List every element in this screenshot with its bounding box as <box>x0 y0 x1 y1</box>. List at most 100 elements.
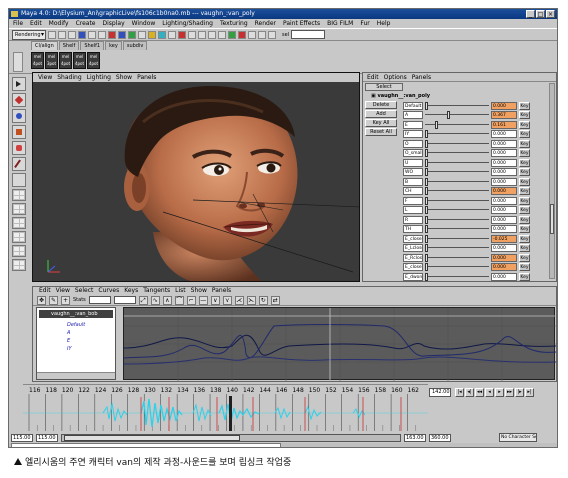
key-button[interactable]: Key <box>519 196 530 205</box>
target-weight-value[interactable]: 0.161 <box>491 120 517 129</box>
target-name-field[interactable]: O <box>403 139 423 148</box>
key-button[interactable]: Key <box>519 263 530 272</box>
slider-handle[interactable] <box>425 101 428 110</box>
shelf-tab-shelf[interactable]: Shelf <box>58 41 80 50</box>
outliner-layout-icon[interactable] <box>12 231 26 243</box>
shelf-button-mel-1[interactable]: mel 4pot <box>31 52 44 69</box>
target-name-field[interactable]: TH <box>403 225 423 234</box>
key-button[interactable]: Key <box>519 177 530 186</box>
four-pane-layout-icon[interactable] <box>12 203 26 215</box>
mask-surface-icon[interactable] <box>138 30 146 39</box>
slider-handle[interactable] <box>425 196 428 205</box>
current-frame-field[interactable]: 142.00 <box>429 388 451 397</box>
slider-handle[interactable] <box>425 253 428 262</box>
key-all-button[interactable]: Key All <box>365 119 397 127</box>
key-button[interactable]: Key <box>519 187 530 196</box>
spline-tangent-icon[interactable]: ∿ <box>150 295 160 305</box>
key-button[interactable]: Key <box>519 101 530 110</box>
target-weight-value[interactable]: 0.367 <box>491 111 517 120</box>
render-globals-icon[interactable] <box>258 30 266 39</box>
target-weight-value[interactable]: 0.000 <box>491 187 517 196</box>
channel-box-toggle-icon[interactable] <box>268 30 276 39</box>
key-button[interactable]: Key <box>519 168 530 177</box>
mask-joint-icon[interactable] <box>118 30 126 39</box>
select-button[interactable]: Select <box>365 83 403 91</box>
slider-handle[interactable] <box>425 225 428 234</box>
target-weight-value[interactable]: 0.000 <box>491 272 517 281</box>
target-weight-value[interactable]: 0.000 <box>491 130 517 139</box>
outliner-attribute[interactable]: IY <box>67 346 72 352</box>
menu-window[interactable]: Window <box>132 19 156 28</box>
menu-display[interactable]: Display <box>103 19 125 28</box>
viewport-canvas[interactable] <box>33 82 359 281</box>
target-name-field[interactable]: E_Lclose <box>403 244 423 253</box>
menu-lighting-shading[interactable]: Lighting/Shading <box>162 19 213 28</box>
menu-big-film[interactable]: BIG FILM <box>327 19 353 28</box>
add-button[interactable]: Add <box>365 110 397 118</box>
menu-fur[interactable]: Fur <box>360 19 369 28</box>
channel-menu-panels[interactable]: Panels <box>412 73 431 81</box>
key-button[interactable]: Key <box>519 215 530 224</box>
target-weight-slider[interactable] <box>425 206 489 215</box>
close-icon[interactable]: × <box>546 10 555 18</box>
target-weight-value[interactable]: 0.000 <box>491 196 517 205</box>
linear-tangent-icon[interactable]: ∧ <box>162 295 172 305</box>
slider-handle[interactable] <box>447 111 451 120</box>
target-weight-slider[interactable] <box>425 101 489 110</box>
target-weight-slider[interactable] <box>425 187 489 196</box>
manipulator-tool-icon[interactable] <box>12 157 26 171</box>
minimize-icon[interactable]: _ <box>526 10 535 18</box>
key-button[interactable]: Key <box>519 158 530 167</box>
target-name-field[interactable]: IY <box>403 130 423 139</box>
outliner-attribute[interactable]: Default <box>67 322 85 328</box>
slider-handle[interactable] <box>425 215 428 224</box>
target-name-field[interactable]: B <box>403 177 423 186</box>
target-weight-value[interactable]: 0.000 <box>491 158 517 167</box>
target-name-field[interactable]: F <box>403 196 423 205</box>
buffer-curve-icon[interactable]: ↻ <box>258 295 268 305</box>
target-weight-value[interactable]: 0.000 <box>491 263 517 272</box>
target-weight-slider[interactable] <box>425 215 489 224</box>
channel-menu-options[interactable]: Options <box>384 73 407 81</box>
time-slider-track[interactable]: 116 118 120 122 124 126 128 130 132 134 136 138 140 1… <box>23 385 428 431</box>
rotate-tool-icon[interactable] <box>12 125 26 139</box>
outliner-attribute[interactable]: A <box>67 330 70 336</box>
snap-curve-icon[interactable] <box>198 30 206 39</box>
slider-handle[interactable] <box>425 139 428 148</box>
shelf-menu-icon[interactable] <box>13 52 23 72</box>
snap-point-icon[interactable] <box>208 30 216 39</box>
ge-menu-select[interactable]: Select <box>75 287 94 295</box>
key-button[interactable]: Key <box>519 272 530 281</box>
command-input[interactable] <box>11 443 281 447</box>
shelf-button-mel-3[interactable]: mel 4pot <box>59 52 72 69</box>
target-weight-slider[interactable] <box>425 168 489 177</box>
target-name-field[interactable]: L <box>403 206 423 215</box>
open-scene-icon[interactable] <box>58 30 66 39</box>
slider-handle[interactable] <box>425 177 428 186</box>
step-forward-frame-icon[interactable]: |▸ <box>515 388 524 397</box>
ge-menu-curves[interactable]: Curves <box>98 287 119 295</box>
playback-end-field[interactable]: 163.00 <box>404 434 426 442</box>
shelf-button-mel-2[interactable]: mel 3pot <box>45 52 58 69</box>
go-to-start-icon[interactable]: |◂ <box>455 388 464 397</box>
maximize-icon[interactable]: □ <box>536 10 545 18</box>
menu-file[interactable]: File <box>13 19 23 28</box>
step-forward-key-icon[interactable]: ▸▸ <box>505 388 514 397</box>
select-hierarchy-icon[interactable] <box>78 30 86 39</box>
key-button[interactable]: Key <box>519 111 530 120</box>
viewport-menu-view[interactable]: View <box>38 73 52 82</box>
unify-tangent-icon[interactable]: ⋎ <box>222 295 232 305</box>
flat-tangent-icon[interactable]: — <box>198 295 208 305</box>
shelf-tab-subdiv[interactable]: subdiv <box>122 41 148 50</box>
break-tangent-icon[interactable]: ∨ <box>210 295 220 305</box>
target-name-field[interactable]: R <box>403 215 423 224</box>
stats-value-field[interactable] <box>113 296 136 304</box>
outliner-scrollbar[interactable] <box>37 372 115 379</box>
snap-view-icon[interactable] <box>218 30 226 39</box>
target-weight-slider[interactable] <box>425 120 489 129</box>
select-component-icon[interactable] <box>98 30 106 39</box>
swap-buffer-icon[interactable]: ⇄ <box>270 295 280 305</box>
play-backwards-icon[interactable]: ◂ <box>485 388 494 397</box>
target-name-field[interactable]: A <box>403 111 423 120</box>
move-tool-icon[interactable] <box>12 109 26 123</box>
